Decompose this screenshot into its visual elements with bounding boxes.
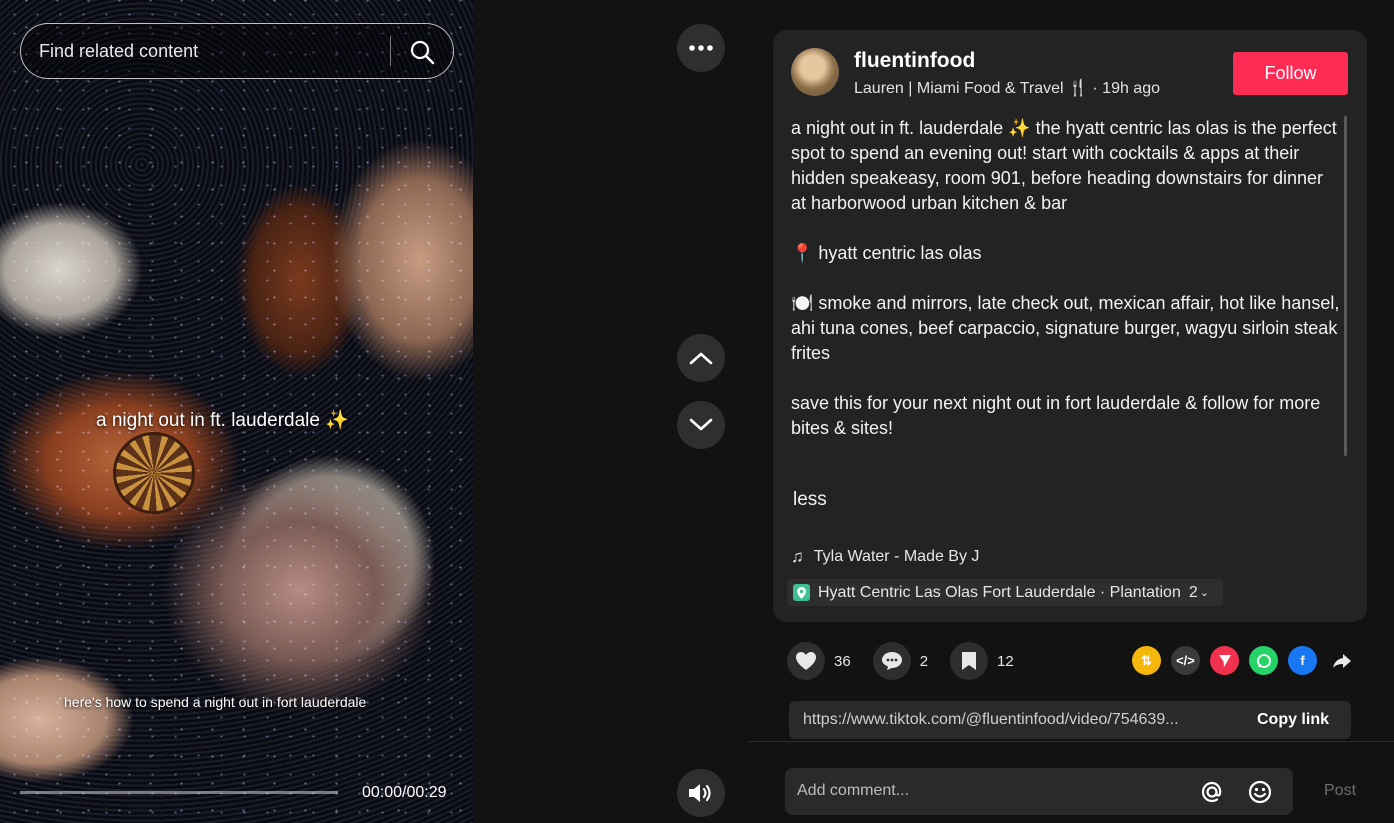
avatar[interactable] bbox=[791, 48, 839, 96]
emoji-icon[interactable] bbox=[1247, 779, 1273, 805]
search-icon[interactable] bbox=[409, 39, 435, 65]
less-button[interactable]: less bbox=[793, 489, 827, 511]
description-paragraph: 🍽️ smoke and mirrors, late check out, me… bbox=[791, 293, 1340, 363]
description-paragraph: a night out in ft. lauderdale ✨ the hyat… bbox=[791, 118, 1337, 213]
previous-video-button[interactable] bbox=[677, 334, 725, 382]
video-caption-main: a night out in ft. lauderdale ✨ bbox=[96, 410, 349, 431]
volume-button[interactable] bbox=[677, 769, 725, 817]
follow-button[interactable]: Follow bbox=[1233, 52, 1348, 95]
save-count: 12 bbox=[997, 652, 1014, 670]
share-bar: ⇅ </> f bbox=[1132, 646, 1356, 675]
like-button[interactable]: 36 bbox=[787, 642, 851, 680]
copy-link-button[interactable]: Copy link bbox=[1257, 711, 1329, 729]
music-title: Tyla Water - Made By J bbox=[813, 548, 980, 565]
search-input[interactable]: Find related content bbox=[39, 41, 198, 62]
search-divider bbox=[390, 36, 391, 66]
chevron-up-icon bbox=[689, 352, 713, 365]
location-count: 2 bbox=[1188, 583, 1198, 601]
chevron-down-icon: ⌄ bbox=[1199, 587, 1209, 599]
send-icon[interactable] bbox=[1210, 646, 1239, 675]
repost-icon[interactable]: ⇅ bbox=[1132, 646, 1161, 675]
post-info-card: fluentinfood Lauren | Miami Food & Trave… bbox=[773, 30, 1367, 622]
comment-box[interactable]: Add comment... bbox=[785, 768, 1293, 815]
location-tag[interactable]: Hyatt Centric Las Olas Fort Lauderdale ·… bbox=[787, 579, 1223, 606]
speaker-icon bbox=[689, 784, 711, 802]
author-username[interactable]: fluentinfood bbox=[854, 49, 975, 73]
share-icon[interactable] bbox=[1327, 646, 1356, 675]
mention-icon[interactable] bbox=[1199, 779, 1225, 805]
more-options-button[interactable] bbox=[677, 24, 725, 72]
facebook-icon[interactable]: f bbox=[1288, 646, 1317, 675]
description-paragraph: save this for your next night out in for… bbox=[791, 393, 1321, 438]
post-button[interactable]: Post bbox=[1324, 782, 1356, 800]
copy-link-box: https://www.tiktok.com/@fluentinfood/vid… bbox=[789, 701, 1351, 739]
details-panel: fluentinfood Lauren | Miami Food & Trave… bbox=[749, 0, 1394, 823]
video-caption-sub: here's how to spend a night out in fort … bbox=[64, 694, 367, 710]
author-subtitle: Lauren | Miami Food & Travel 🍴 · 19h ago bbox=[854, 80, 1160, 97]
chevron-down-icon bbox=[689, 418, 713, 431]
video-url: https://www.tiktok.com/@fluentinfood/vid… bbox=[803, 711, 1179, 728]
description-paragraph: 📍 hyatt centric las olas bbox=[791, 243, 982, 263]
comment-button[interactable]: 2 bbox=[872, 642, 929, 680]
embed-icon[interactable]: </> bbox=[1171, 646, 1200, 675]
save-button[interactable]: 12 bbox=[950, 642, 1014, 680]
like-count: 36 bbox=[834, 652, 851, 670]
post-description: a night out in ft. lauderdale ✨ the hyat… bbox=[791, 116, 1341, 441]
citrus-garnish-image bbox=[113, 432, 195, 514]
navigation-column bbox=[473, 0, 749, 823]
music-link[interactable]: ♫ Tyla Water - Made By J bbox=[791, 547, 979, 567]
video-time: 00:00/00:29 bbox=[362, 784, 447, 801]
comment-count: 2 bbox=[919, 652, 929, 670]
music-note-icon: ♫ bbox=[791, 547, 804, 566]
video-player[interactable]: Find related content a night out in ft. … bbox=[0, 0, 473, 823]
find-related-search[interactable]: Find related content bbox=[20, 23, 454, 79]
description-scrollbar[interactable] bbox=[1344, 116, 1347, 456]
location-pin-icon bbox=[793, 584, 810, 601]
comment-icon bbox=[872, 642, 911, 680]
location-label: Hyatt Centric Las Olas Fort Lauderdale ·… bbox=[818, 583, 1181, 601]
comment-input[interactable]: Add comment... bbox=[797, 782, 909, 800]
heart-icon bbox=[787, 642, 825, 680]
whatsapp-icon[interactable] bbox=[1249, 646, 1278, 675]
divider bbox=[749, 741, 1394, 742]
video-progress-bar[interactable] bbox=[20, 791, 338, 794]
bookmark-icon bbox=[950, 642, 989, 680]
action-bar: 36 2 12 bbox=[787, 642, 1036, 680]
next-video-button[interactable] bbox=[677, 401, 725, 449]
more-icon bbox=[689, 45, 713, 51]
